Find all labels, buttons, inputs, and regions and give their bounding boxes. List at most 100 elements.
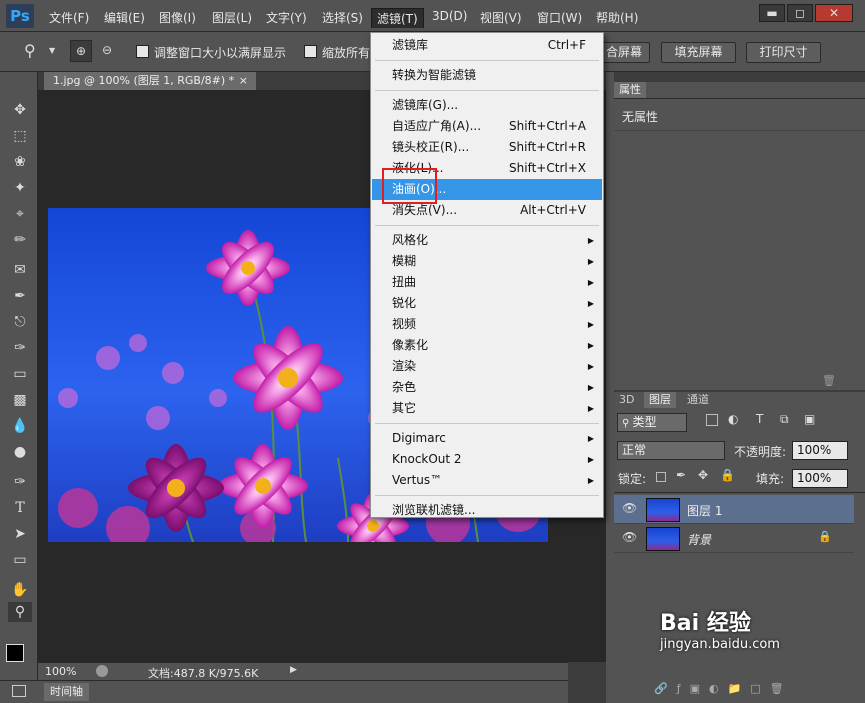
- tab-properties[interactable]: 属性: [614, 82, 646, 98]
- layer-name[interactable]: 图层 1: [687, 502, 722, 519]
- filter-menu-item[interactable]: Digimarc ▶: [372, 428, 602, 449]
- filter-menu-item[interactable]: 扭曲 ▶: [372, 272, 602, 293]
- filter-menu-item[interactable]: 模糊 ▶: [372, 251, 602, 272]
- filter-menu-item[interactable]: KnockOut 2 ▶: [372, 449, 602, 470]
- menu-item-label: 风格化: [392, 233, 429, 247]
- menu-view[interactable]: 视图(V): [480, 9, 522, 26]
- fit-screen-button[interactable]: 合屏幕: [598, 42, 650, 63]
- eyedropper-icon[interactable]: ✏: [8, 230, 32, 250]
- timeline-icon: [12, 685, 26, 697]
- maximize-button[interactable]: ◻: [787, 4, 813, 22]
- eraser-icon[interactable]: ▭: [8, 364, 32, 384]
- menu-select[interactable]: 选择(S): [322, 9, 363, 26]
- close-tab-icon[interactable]: ×: [239, 72, 248, 90]
- opacity-field[interactable]: 100%: [792, 441, 848, 460]
- move-tool-icon[interactable]: ✥: [8, 100, 32, 120]
- menu-window[interactable]: 窗口(W): [537, 9, 582, 26]
- menu-image[interactable]: 图像(I): [159, 9, 196, 26]
- path-selection-icon[interactable]: ➤: [8, 524, 32, 544]
- menu-type[interactable]: 文字(Y): [266, 9, 307, 26]
- menu-layer[interactable]: 图层(L): [212, 9, 252, 26]
- history-brush-icon[interactable]: ✑: [8, 338, 32, 358]
- chevron-down-icon[interactable]: ▼: [49, 46, 55, 55]
- rectangle-tool-icon[interactable]: ▭: [8, 550, 32, 570]
- lasso-tool-icon[interactable]: ❀: [8, 152, 32, 172]
- filter-menu-item[interactable]: 杂色 ▶: [372, 377, 602, 398]
- fill-field[interactable]: 100%: [792, 469, 848, 488]
- layer-row-background[interactable]: 👁 背景 🔒: [614, 524, 854, 553]
- magic-wand-icon[interactable]: ✦: [8, 178, 32, 198]
- menu-help[interactable]: 帮助(H): [596, 9, 638, 26]
- fill-screen-button[interactable]: 填充屏幕: [661, 42, 736, 63]
- crop-tool-icon[interactable]: ⌖: [8, 204, 32, 224]
- submenu-arrow-icon: ▶: [587, 320, 594, 329]
- timeline-tab[interactable]: 时间轴: [44, 683, 89, 701]
- lock-transparent-icon[interactable]: [656, 472, 666, 482]
- pen-tool-icon[interactable]: ✑: [8, 472, 32, 492]
- menu-item-label: 转换为智能滤镜: [392, 68, 477, 82]
- filter-menu-item[interactable]: 浏览联机滤镜...: [372, 500, 602, 521]
- tab-layers[interactable]: 图层: [644, 392, 676, 408]
- zoom-tool-icon[interactable]: ⚲: [8, 602, 32, 622]
- filter-menu-item[interactable]: 视频 ▶: [372, 314, 602, 335]
- document-tab[interactable]: 1.jpg @ 100% (图层 1, RGB/8#) * ×: [44, 72, 256, 90]
- layer-name[interactable]: 背景: [687, 531, 711, 548]
- type-filter-icon[interactable]: T: [756, 412, 763, 426]
- status-menu-arrow-icon[interactable]: ▶: [290, 665, 297, 675]
- shape-filter-icon[interactable]: ⧉: [780, 412, 789, 427]
- submenu-arrow-icon: ▶: [587, 455, 594, 464]
- zoom-in-icon[interactable]: ⊕: [70, 40, 92, 62]
- filter-menu-item[interactable]: 像素化 ▶: [372, 335, 602, 356]
- layer-row-layer1[interactable]: 👁 图层 1: [614, 495, 854, 524]
- layer-filter-dropdown[interactable]: ⚲ 类型: [617, 413, 687, 432]
- zoom-level[interactable]: 100%: [45, 665, 76, 678]
- layers-footer-icons[interactable]: 🔗ƒ▣◐📁□🗑: [654, 682, 793, 695]
- filter-menu-item[interactable]: 转换为智能滤镜: [372, 65, 602, 86]
- share-icon[interactable]: [96, 665, 108, 677]
- filter-menu-item[interactable]: 渲染 ▶: [372, 356, 602, 377]
- zoom-all-checkbox[interactable]: [304, 45, 317, 58]
- dodge-tool-icon[interactable]: ●: [8, 442, 32, 462]
- blend-mode-dropdown[interactable]: 正常: [617, 441, 725, 460]
- trash-icon[interactable]: 🗑: [822, 374, 836, 387]
- type-tool-icon[interactable]: T: [8, 498, 32, 518]
- submenu-arrow-icon: ▶: [587, 383, 594, 392]
- tab-3d[interactable]: 3D: [614, 392, 639, 408]
- minimize-button[interactable]: ▬: [759, 4, 785, 22]
- filter-menu-item[interactable]: 其它 ▶: [372, 398, 602, 419]
- filter-menu-item[interactable]: 风格化 ▶: [372, 230, 602, 251]
- adjustment-filter-icon[interactable]: ◐: [728, 412, 738, 426]
- lock-all-icon[interactable]: 🔒: [720, 468, 735, 482]
- filter-menu-item[interactable]: 滤镜库(G)...: [372, 95, 602, 116]
- resize-window-checkbox[interactable]: [136, 45, 149, 58]
- lock-position-icon[interactable]: ✥: [698, 468, 708, 482]
- eye-icon[interactable]: 👁: [622, 501, 637, 515]
- brush-tool-icon[interactable]: ✒: [8, 286, 32, 306]
- gradient-tool-icon[interactable]: ▩: [8, 390, 32, 410]
- foreground-color-swatch[interactable]: [6, 644, 24, 662]
- filter-menu-item[interactable]: 自适应广角(A)... Shift+Ctrl+A: [372, 116, 602, 137]
- menu-3d[interactable]: 3D(D): [432, 9, 467, 23]
- filter-menu-item[interactable]: 锐化 ▶: [372, 293, 602, 314]
- hand-tool-icon[interactable]: ✋: [8, 580, 32, 600]
- blur-tool-icon[interactable]: 💧: [8, 416, 32, 436]
- filter-menu-item[interactable]: 滤镜库 Ctrl+F: [372, 35, 602, 56]
- close-button[interactable]: ✕: [815, 4, 853, 22]
- zoom-out-icon[interactable]: ⊖: [96, 40, 118, 62]
- zoom-tool-icon[interactable]: ⚲: [24, 41, 36, 60]
- menu-file[interactable]: 文件(F): [49, 9, 89, 26]
- clone-stamp-icon[interactable]: ⎋: [8, 312, 32, 332]
- pixel-filter-icon[interactable]: [706, 414, 718, 426]
- marquee-tool-icon[interactable]: ⬚: [8, 126, 32, 146]
- lock-paint-icon[interactable]: ✒: [676, 468, 686, 482]
- healing-brush-icon[interactable]: ✉: [8, 260, 32, 280]
- filter-menu-item[interactable]: Vertus™ ▶: [372, 470, 602, 491]
- filter-menu-item[interactable]: 镜头校正(R)... Shift+Ctrl+R: [372, 137, 602, 158]
- menu-item-label: 滤镜库(G)...: [392, 98, 459, 112]
- smart-object-filter-icon[interactable]: ▣: [804, 412, 815, 426]
- menu-filter[interactable]: 滤镜(T): [371, 8, 424, 28]
- menu-edit[interactable]: 编辑(E): [104, 9, 145, 26]
- tab-channels[interactable]: 通道: [682, 392, 714, 408]
- eye-icon[interactable]: 👁: [622, 530, 637, 544]
- print-size-button[interactable]: 打印尺寸: [746, 42, 821, 63]
